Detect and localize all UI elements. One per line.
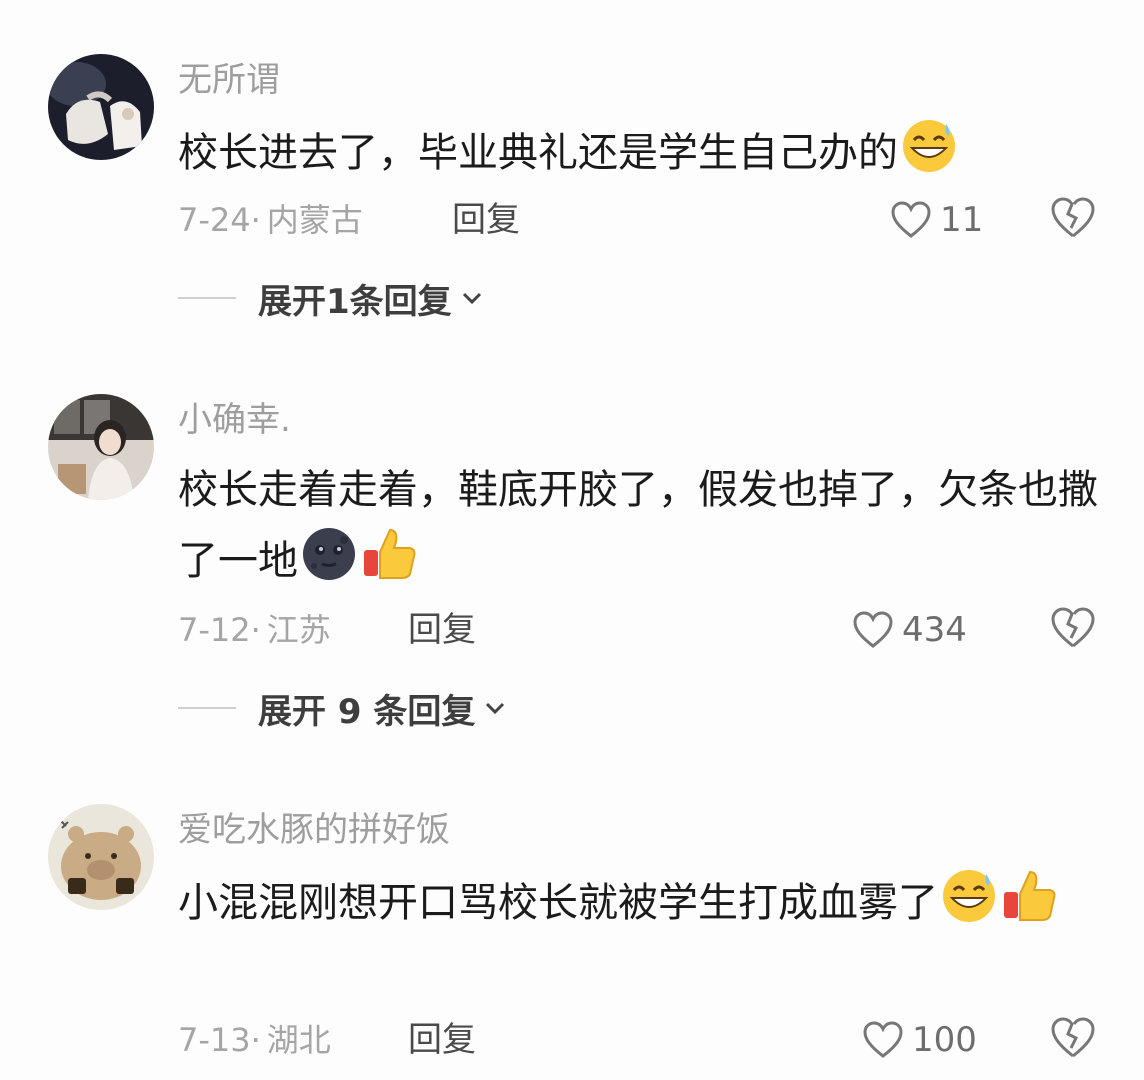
comment-date: 7-24· — [178, 201, 261, 239]
like-count: 434 — [902, 610, 967, 650]
comment-meta: 7-13· 湖北 — [178, 1018, 331, 1062]
avatar[interactable] — [48, 804, 154, 910]
heart-outline-icon — [863, 1021, 903, 1058]
dark-moon-face-emoji-icon — [300, 524, 358, 582]
comment-location: 江苏 — [266, 611, 331, 649]
comment-location: 内蒙古 — [266, 201, 363, 239]
expand-divider — [178, 297, 236, 299]
expand-replies-label: 展开1条回复 — [258, 281, 452, 322]
comment-text-body: 校长进去了，毕业典礼还是学生自己办的 — [178, 130, 898, 176]
comment-date: 7-12· — [178, 611, 261, 649]
like-button[interactable]: 100 — [862, 1018, 977, 1062]
chevron-down-icon — [462, 292, 481, 305]
chevron-down-icon — [486, 702, 505, 715]
thumbs-up-emoji-icon — [360, 524, 418, 582]
comment-list: 无所谓 校长进去了，毕业典礼还是学生自己办的 7-24· 内蒙古 回复 11 展开… — [0, 0, 1144, 1080]
comment-meta: 7-12· 江苏 — [178, 608, 331, 652]
like-button[interactable]: 434 — [852, 608, 967, 652]
reply-button[interactable]: 回复 — [408, 608, 476, 652]
dislike-button[interactable] — [1050, 196, 1096, 240]
expand-replies-label: 展开 9 条回复 — [258, 691, 476, 732]
heart-outline-icon — [853, 611, 893, 648]
reply-button[interactable]: 回复 — [408, 1018, 476, 1062]
comment-text: 校长走着走着，鞋底开胶了，假发也掉了，欠条也撒了一地 — [178, 456, 1118, 595]
expand-replies[interactable]: 展开 9 条回复 — [178, 686, 507, 732]
grinning-sweat-emoji-icon — [940, 866, 998, 924]
comment-location: 湖北 — [266, 1021, 331, 1059]
avatar[interactable] — [48, 394, 154, 500]
dislike-button[interactable] — [1050, 1016, 1096, 1060]
comment-meta: 7-24· 内蒙古 — [178, 198, 363, 242]
dislike-button[interactable] — [1050, 606, 1096, 650]
reply-button[interactable]: 回复 — [452, 198, 520, 242]
heart-outline-icon — [891, 201, 931, 238]
comment-text: 小混混刚想开口骂校长就被学生打成血雾了 — [178, 866, 1118, 937]
expand-replies[interactable]: 展开1条回复 — [178, 276, 484, 322]
broken-heart-outline-icon — [1051, 1017, 1095, 1058]
broken-heart-outline-icon — [1051, 197, 1095, 238]
comment-text: 校长进去了，毕业典礼还是学生自己办的 — [178, 116, 1118, 187]
grinning-sweat-emoji-icon — [900, 116, 958, 174]
avatar[interactable] — [48, 54, 154, 160]
like-count: 11 — [940, 200, 984, 240]
broken-heart-outline-icon — [1051, 607, 1095, 648]
comment-username[interactable]: 小确幸. — [178, 398, 291, 442]
like-button[interactable]: 11 — [890, 198, 983, 242]
comment-username[interactable]: 爱吃水豚的拼好饭 — [178, 808, 450, 852]
thumbs-up-emoji-icon — [1000, 866, 1058, 924]
comment-date: 7-13· — [178, 1021, 261, 1059]
comment-username[interactable]: 无所谓 — [178, 58, 280, 102]
expand-divider — [178, 707, 236, 709]
like-count: 100 — [912, 1020, 977, 1060]
comment-text-body: 小混混刚想开口骂校长就被学生打成血雾了 — [178, 880, 938, 926]
